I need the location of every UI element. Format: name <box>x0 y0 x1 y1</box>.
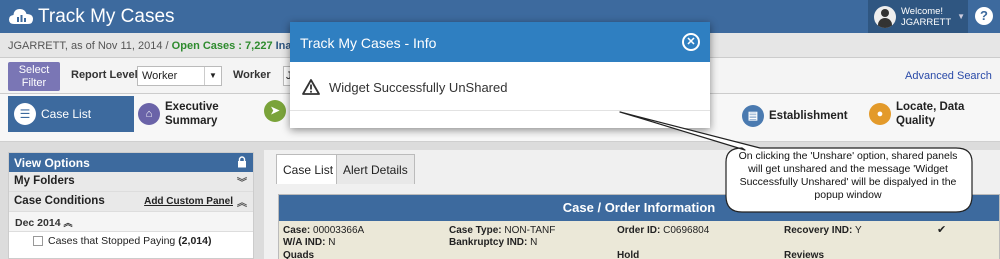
case-label: Case: <box>283 225 311 236</box>
item-label: Cases that Stopped Paying <box>48 235 176 247</box>
list-item[interactable]: Cases that Stopped Paying (2,014) <box>9 232 253 250</box>
cloud-icon <box>9 8 33 24</box>
quads-label: Quads <box>283 250 315 259</box>
view-options-panel: View Options My Folders ︾ Case Condition… <box>8 152 254 259</box>
tab-executive-summary[interactable]: ⌂ Executive Summary <box>138 100 225 128</box>
user-name: JGARRETT <box>901 16 952 28</box>
list-icon: ☰ <box>14 103 36 125</box>
app-title: Track My Cases <box>38 5 175 27</box>
as-of-text: JGARRETT, as of Nov 11, 2014 <box>8 40 163 52</box>
tab-alert-details[interactable]: Alert Details <box>336 154 415 184</box>
bankruptcy-value: N <box>530 237 538 248</box>
send-icon: ➤ <box>264 100 286 122</box>
modal-message: Widget Successfully UnShared <box>329 79 508 95</box>
case-order-grid: Case: 00003366A Case Type: NON-TANF Orde… <box>279 221 999 259</box>
checkbox[interactable] <box>33 236 43 246</box>
item-count: (2,014) <box>178 235 212 247</box>
advanced-search-link[interactable]: Advanced Search <box>905 70 992 82</box>
chevron-down-icon: ▼ <box>957 12 966 21</box>
chevron-up-icon: ︽ <box>63 218 73 228</box>
modal-title: Track My Cases - Info <box>300 35 437 51</box>
chevron-double-up-icon[interactable]: ︽ <box>237 194 247 209</box>
case-conditions-label: Case Conditions <box>14 195 105 207</box>
tab-hidden[interactable]: ➤ <box>264 100 291 122</box>
tab-case-list-detail[interactable]: Case List <box>276 154 341 184</box>
brand[interactable]: Track My Cases <box>8 4 175 29</box>
wa-label: W/A IND: <box>283 237 326 248</box>
home-icon: ⌂ <box>138 103 160 125</box>
user-menu[interactable]: Welcome! JGARRETT ▼ <box>868 0 968 33</box>
case-type-value: NON-TANF <box>504 225 556 236</box>
add-custom-panel-link[interactable]: Add Custom Panel <box>144 196 233 207</box>
bankruptcy-label: Bankruptcy IND: <box>449 237 528 248</box>
tab-locate-data-quality[interactable]: ● Locate, Data Quality <box>869 100 966 128</box>
tab-case-list[interactable]: ☰ Case List <box>8 96 134 132</box>
view-options-title: View Options <box>14 156 90 170</box>
separator: / <box>165 40 169 52</box>
report-level-label: Report Level <box>71 69 138 81</box>
location-pin-icon: ● <box>869 103 891 125</box>
group-header[interactable]: Dec 2014 ︽ <box>9 212 253 232</box>
check-icon: ✔ <box>937 224 947 236</box>
recovery-value: Y <box>854 225 862 236</box>
case-value: 00003366A <box>313 225 365 236</box>
chevron-down-icon: ▼ <box>204 67 221 85</box>
callout-text: On clicking the 'Unshare' option, shared… <box>738 150 958 201</box>
case-type-label: Case Type: <box>449 225 502 236</box>
select-filter-button[interactable]: Select Filter <box>8 62 60 91</box>
chevron-double-down-icon[interactable]: ︾ <box>237 174 247 189</box>
order-id-label: Order ID: <box>617 225 661 236</box>
wa-value: N <box>328 237 336 248</box>
info-modal: Track My Cases - Info ✕ Widget Successfu… <box>290 22 710 128</box>
close-icon[interactable]: ✕ <box>682 33 700 51</box>
tab-label: Executive Summary <box>165 101 219 127</box>
tab-label: Establishment <box>769 110 848 122</box>
modal-divider <box>290 110 710 111</box>
report-level-select[interactable]: Worker ▼ <box>137 66 222 86</box>
my-folders-row[interactable]: My Folders ︾ <box>9 172 253 192</box>
avatar <box>874 5 896 28</box>
modal-body: Widget Successfully UnShared <box>290 62 710 95</box>
hold-label: Hold <box>617 250 640 259</box>
open-cases-count: Open Cases : 7,227 <box>171 40 273 52</box>
my-folders-label: My Folders <box>14 175 75 187</box>
building-icon: ▤ <box>742 105 764 127</box>
tab-label: Locate, Data Quality <box>896 101 965 127</box>
recovery-label: Recovery IND: <box>784 225 853 236</box>
order-id-value: C0696804 <box>663 225 710 236</box>
tab-label: Case List <box>41 107 92 121</box>
lock-icon[interactable] <box>237 156 247 168</box>
report-level-value: Worker <box>142 70 178 82</box>
help-icon[interactable]: ? <box>975 7 993 25</box>
view-options-header: View Options <box>9 153 253 172</box>
modal-header: Track My Cases - Info ✕ <box>290 22 710 62</box>
case-order-panel: Case / Order Information Case: 00003366A… <box>278 194 1000 259</box>
user-greeting: Welcome! <box>901 5 944 17</box>
group-label: Dec 2014 <box>15 217 61 229</box>
worker-label: Worker <box>233 69 271 81</box>
case-conditions-row[interactable]: Case Conditions Add Custom Panel ︽ <box>9 192 253 212</box>
warning-icon <box>302 79 320 95</box>
tab-establishment[interactable]: ▤ Establishment <box>742 105 848 127</box>
reviews-label: Reviews <box>784 250 825 259</box>
